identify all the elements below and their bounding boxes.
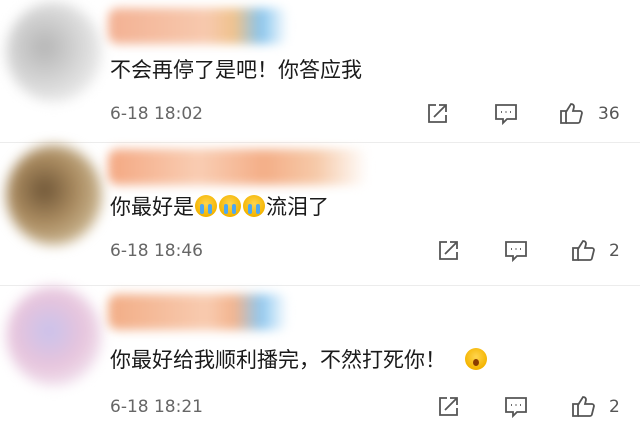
thumbs-up-icon [572,396,595,417]
thumbs-up-icon [572,240,595,261]
reply-button[interactable] [503,238,529,264]
avatar[interactable] [6,2,102,102]
comment-text: 不会再停了是吧！你答应我 [110,58,362,82]
thumbs-up-icon [560,103,583,124]
like-button[interactable] [570,393,596,419]
comment-item: 你最好是 流泪了 6-18 18:46 2 [0,143,640,286]
like-count: 2 [609,397,620,417]
username-blurred[interactable] [108,8,288,44]
share-button[interactable] [424,101,450,127]
reply-button[interactable] [503,394,529,420]
reply-button[interactable] [493,101,519,127]
share-icon [428,104,447,123]
like-button[interactable] [570,237,596,263]
comment-timestamp: 6-18 18:21 [110,397,203,417]
username-blurred[interactable] [108,294,288,330]
share-icon [439,397,458,416]
like-button[interactable] [558,100,584,126]
username-blurred[interactable] [108,149,368,185]
comment-text-part: 你最好给我顺利播完，不然打死你！ [110,348,446,372]
crying-face-icon [195,195,217,217]
comment-text: 你最好是 流泪了 [110,191,329,221]
share-button[interactable] [435,238,461,264]
comment-icon [505,397,527,419]
avatar[interactable] [6,286,102,386]
share-button[interactable] [435,394,461,420]
shocked-face-icon [464,348,487,370]
share-icon [439,241,458,260]
comment-timestamp: 6-18 18:46 [110,241,203,261]
comment-timestamp: 6-18 18:02 [110,104,203,124]
like-count: 2 [609,241,620,261]
crying-face-icon [243,195,265,217]
avatar[interactable] [6,145,102,245]
comment-icon [505,241,527,263]
comment-text: 你最好给我顺利播完，不然打死你！ [110,344,488,374]
comment-text-part: 流泪了 [266,195,329,219]
comment-item: 不会再停了是吧！你答应我 6-18 18:02 36 [0,0,640,143]
comment-text-part: 你最好是 [110,195,194,219]
comment-item: 你最好给我顺利播完，不然打死你！ 6-18 18:21 2 [0,286,640,429]
comment-icon [495,104,517,126]
like-count: 36 [598,104,620,124]
crying-face-icon [219,195,241,217]
